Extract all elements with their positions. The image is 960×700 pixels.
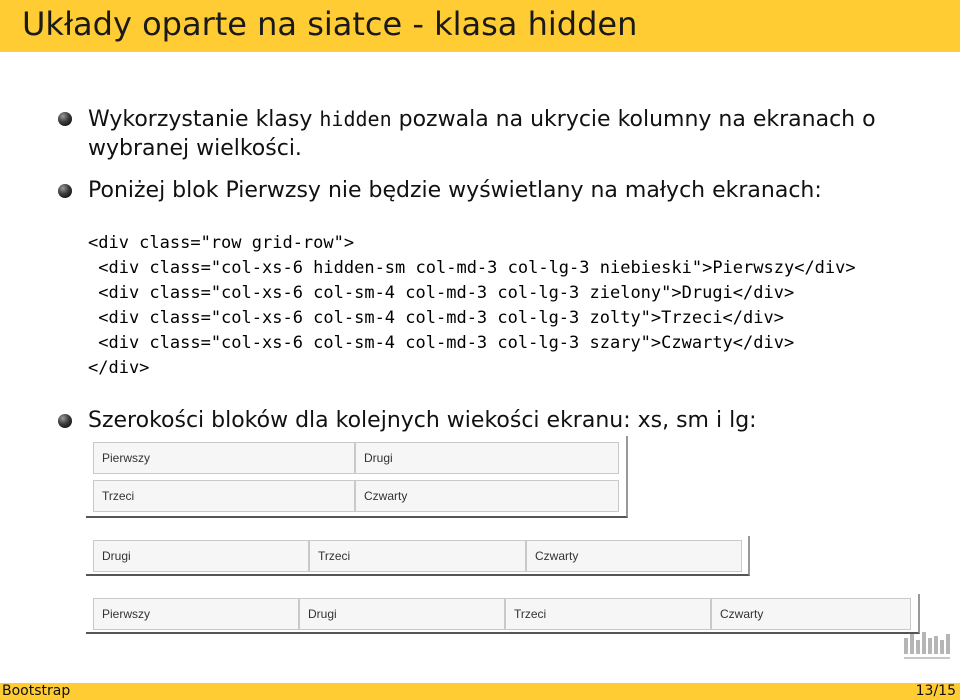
bullet-icon [58,414,72,428]
grid-cell-pierwszy: Pierwszy [93,442,355,474]
institution-logo-icon [904,632,950,659]
grid-cell-czwarty: Czwarty [355,480,619,512]
footer-bar: Bootstrap 13/15 [0,683,960,700]
grid-cell-drugi: Drugi [355,442,619,474]
bullet-3-text: Szerokości bloków dla kolejnych wiekości… [88,408,757,433]
grid-cell-czwarty: Czwarty [526,540,742,572]
slide-title: Układy oparte na siatce - klasa hidden [22,5,638,43]
bullet-1-line-2: wybranej wielkości. [88,136,302,161]
code-line-6: </div> [88,358,150,378]
code-line-2: <div class="col-xs-6 hidden-sm col-md-3 … [88,258,856,278]
screen-xs-preview: Pierwszy Drugi Trzeci Czwarty [86,436,628,518]
code-line-5: <div class="col-xs-6 col-sm-4 col-md-3 c… [88,333,795,353]
page-number: 13/15 [915,683,956,699]
bullet-1-code-hidden: hidden [319,107,392,131]
bullet-icon [58,112,72,126]
bullet-1-line-1: Wykorzystanie klasy hidden pozwala na uk… [88,104,876,135]
grid-cell-trzeci: Trzeci [505,598,711,630]
grid-cell-pierwszy: Pierwszy [93,598,299,630]
title-bar: Układy oparte na siatce - klasa hidden [0,0,960,52]
grid-cell-czwarty: Czwarty [711,598,911,630]
grid-cell-trzeci: Trzeci [309,540,526,572]
code-line-4: <div class="col-xs-6 col-sm-4 col-md-3 c… [88,308,784,328]
footer-title: Bootstrap [2,683,71,699]
code-line-1: <div class="row grid-row"> [88,233,355,253]
screen-sm-preview: Drugi Trzeci Czwarty [86,536,750,576]
grid-cell-drugi: Drugi [299,598,505,630]
bullet-icon [58,184,72,198]
grid-cell-drugi: Drugi [93,540,309,572]
bullet-1-text-pre: Wykorzystanie klasy [88,107,320,132]
bullet-2-text: Poniżej blok Pierwzsy nie będzie wyświet… [88,178,822,203]
bullet-1-text-post: pozwala na ukrycie kolumny na ekranach o [391,107,876,132]
screen-lg-preview: Pierwszy Drugi Trzeci Czwarty [86,594,920,634]
code-line-3: <div class="col-xs-6 col-sm-4 col-md-3 c… [88,283,795,303]
grid-cell-trzeci: Trzeci [93,480,355,512]
